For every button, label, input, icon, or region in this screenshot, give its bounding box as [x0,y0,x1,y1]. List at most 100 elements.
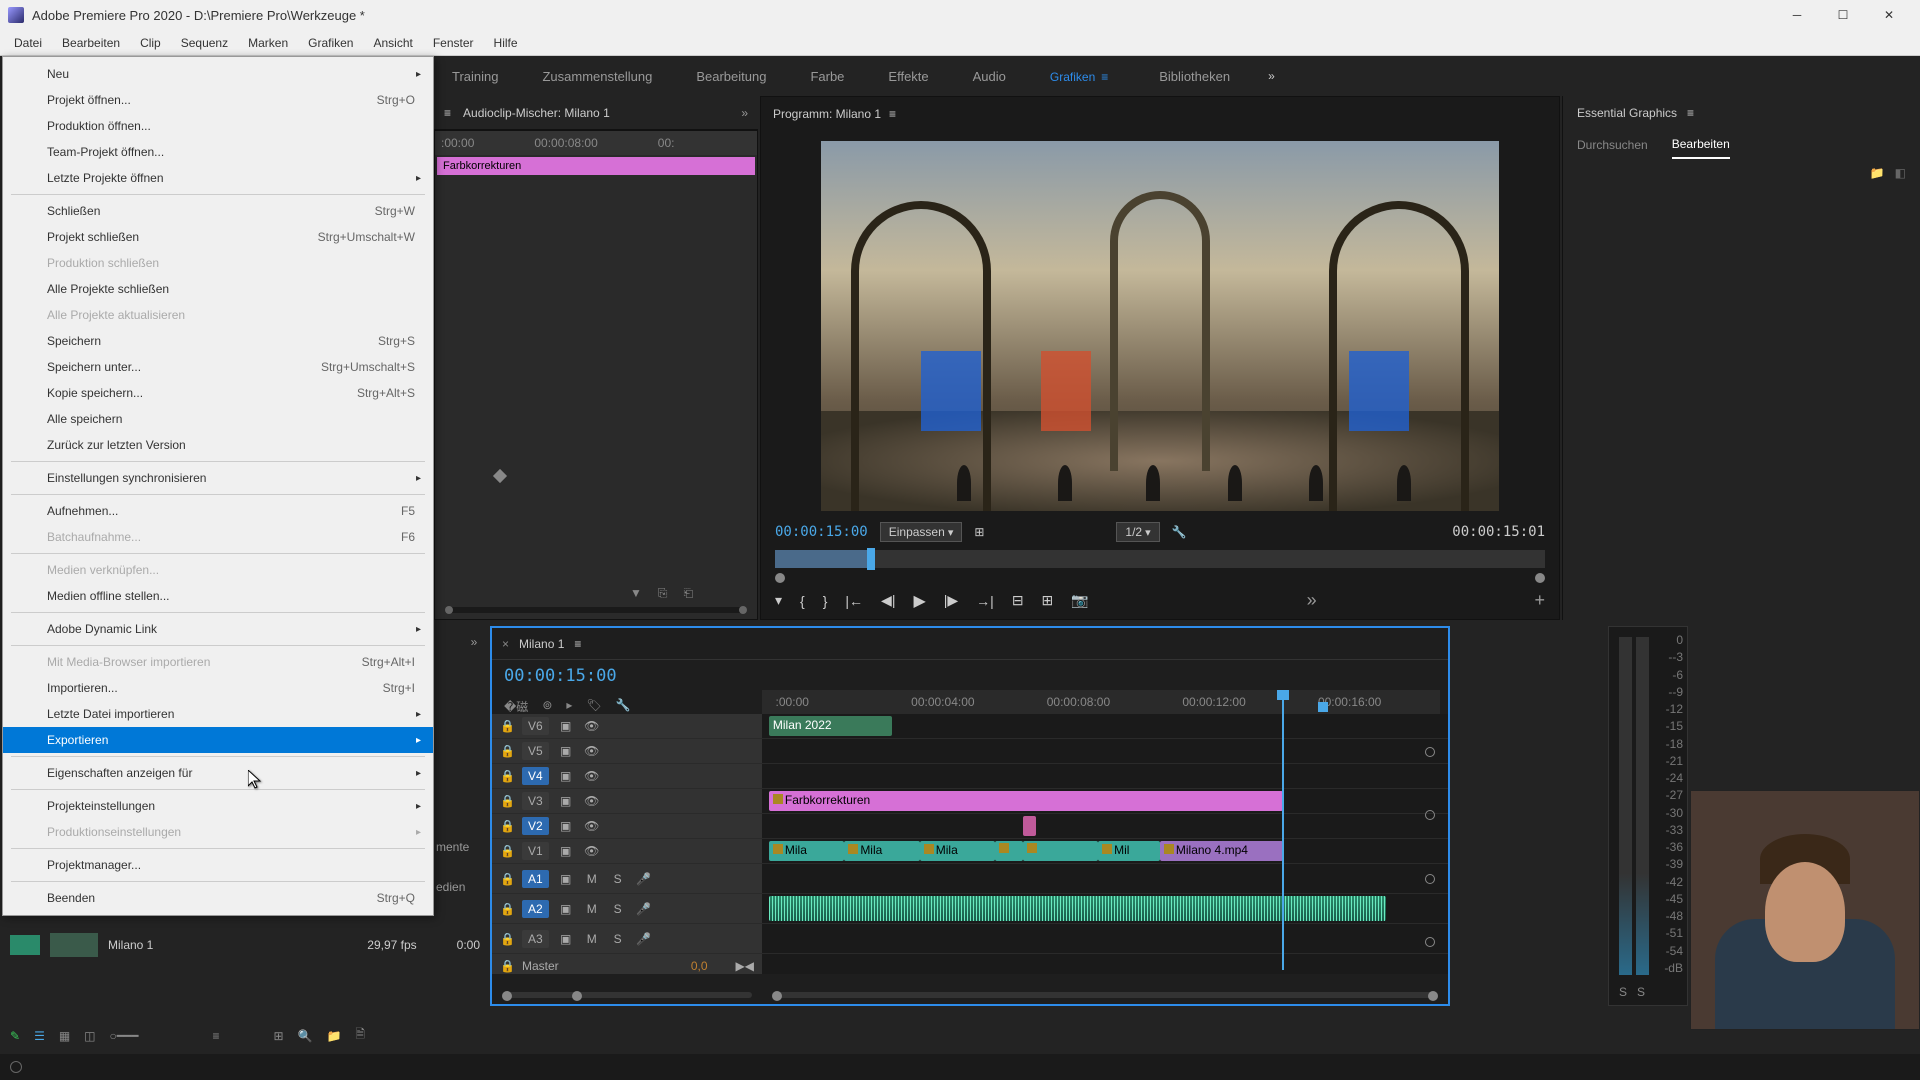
ws-audio[interactable]: Audio [951,59,1028,94]
menu-item[interactable]: Alle Projekte schließen [3,276,433,302]
lift-icon[interactable]: ⊟ [1012,592,1024,609]
lock-icon[interactable]: 🔒 [500,872,514,886]
clip-v1-6[interactable]: Mil [1098,841,1160,861]
eye-icon[interactable]: 👁 [583,769,601,783]
menu-datei[interactable]: Datei [4,32,52,54]
mute-button[interactable]: M [583,932,601,946]
clip-small[interactable] [1023,816,1037,836]
track-header-v1[interactable]: 🔒V1▣👁 [492,839,762,863]
lock-icon[interactable]: 🔒 [500,932,514,946]
minimize-button[interactable]: ─ [1774,0,1820,30]
menu-item[interactable]: Medien offline stellen... [3,583,433,609]
solo-button[interactable]: S [609,872,627,886]
project-item-row[interactable]: Milano 1 29,97 fps 0:00 [10,930,480,960]
timeline-ruler[interactable]: :00:00 00:00:04:00 00:00:08:00 00:00:12:… [762,690,1440,714]
timeline-collapse-button[interactable]: » [460,626,488,658]
ws-farbe[interactable]: Farbe [788,59,866,94]
menu-marken[interactable]: Marken [238,32,298,54]
lock-icon[interactable]: 🔒 [500,794,514,808]
toggle-output-icon[interactable]: ▣ [557,744,575,758]
add-button-icon[interactable]: + [1534,590,1545,611]
effect-clip[interactable]: Farbkorrekturen [437,157,755,175]
eg-tab-bearbeiten[interactable]: Bearbeiten [1672,131,1730,159]
clip-audio[interactable] [769,896,1386,921]
fit-dropdown[interactable]: Einpassen ▾ [880,522,963,542]
workspace-menu-icon[interactable]: ≡ [1101,70,1115,84]
goto-in-icon[interactable]: |← [845,593,863,609]
goto-out-icon[interactable]: →| [976,593,994,609]
track-header-master[interactable]: 🔒Master0,0▶◀ [492,954,762,974]
lock-icon[interactable]: 🔒 [500,769,514,783]
freeform-view-icon[interactable]: ◫ [84,1029,95,1043]
timeline-timecode[interactable]: 00:00:15:00 [492,660,762,692]
ws-bearbeitung[interactable]: Bearbeitung [674,59,788,94]
menu-item[interactable]: Produktion öffnen... [3,113,433,139]
toggle-output-icon[interactable]: ▣ [557,932,575,946]
voice-icon[interactable]: 🎤 [635,872,653,886]
eg-tab-durchsuchen[interactable]: Durchsuchen [1577,132,1648,158]
toggle-output-icon[interactable]: ▣ [557,719,575,733]
close-sequence-icon[interactable]: × [502,637,509,651]
menu-fenster[interactable]: Fenster [423,32,484,54]
lock-icon[interactable]: 🔒 [500,744,514,758]
solo-left[interactable]: S [1619,985,1627,999]
keyframe-node-icon[interactable] [1425,747,1435,757]
close-button[interactable]: ✕ [1866,0,1912,30]
program-timecode-left[interactable]: 00:00:15:00 [775,524,868,540]
menu-item[interactable]: BeendenStrg+Q [3,885,433,911]
menu-item[interactable]: Exportieren [3,727,433,753]
settings-icon[interactable]: 🔧 [1172,525,1187,539]
lock-icon[interactable]: 🔒 [500,844,514,858]
keyframe-node-icon[interactable] [1425,810,1435,820]
find-icon[interactable]: 🔍 [298,1029,313,1043]
play-button[interactable]: ▶ [913,591,925,611]
mute-button[interactable]: M [583,902,601,916]
menu-item[interactable]: Aufnehmen...F5 [3,498,433,524]
menu-item[interactable]: Team-Projekt öffnen... [3,139,433,165]
scale-dropdown[interactable]: 1/2 ▾ [1116,522,1159,542]
keyframe-node-icon[interactable] [1425,937,1435,947]
menu-item[interactable]: Alle speichern [3,406,433,432]
new-item-icon[interactable]: 🗎 [355,1025,365,1046]
folder-icon[interactable]: 📁 [1870,166,1885,180]
menu-item[interactable]: Zurück zur letzten Version [3,432,433,458]
automate-icon[interactable]: ⊞ [273,1029,283,1043]
effects-scrollbar[interactable] [445,607,747,613]
toggle-output-icon[interactable]: ▣ [557,819,575,833]
ws-zusammenstellung[interactable]: Zusammenstellung [520,59,674,94]
clip-v1-4[interactable] [995,841,1022,861]
scroll-thumb[interactable] [445,606,453,614]
mute-button[interactable]: M [583,872,601,886]
voice-icon[interactable]: 🎤 [635,932,653,946]
clip-title[interactable]: Milan 2022 [769,716,892,736]
safemargin-icon[interactable]: ⊞ [974,525,984,539]
marker-icon[interactable]: ▾ [775,592,782,609]
menu-item[interactable]: Projekteinstellungen [3,793,433,819]
collapse-icon[interactable]: ▶◀ [736,959,754,973]
program-zoom-slider[interactable] [775,574,1545,582]
track-header-v2[interactable]: 🔒V2▣👁 [492,814,762,838]
clip-v1-1[interactable]: Mila [769,841,844,861]
overwrite-icon[interactable]: ⎗ [684,586,694,601]
out-point-icon[interactable]: } [823,593,828,609]
eye-icon[interactable]: 👁 [583,794,601,808]
menu-hilfe[interactable]: Hilfe [484,32,528,54]
clip-v1-7[interactable]: Milano 4.mp4 [1160,841,1283,861]
pencil-icon[interactable]: ✎ [10,1029,20,1043]
eye-icon[interactable]: 👁 [583,719,601,733]
menu-bearbeiten[interactable]: Bearbeiten [52,32,130,54]
menu-item[interactable]: SpeichernStrg+S [3,328,433,354]
track-header-v6[interactable]: 🔒V6▣👁 [492,714,762,738]
zoom-slider-icon[interactable]: ○━━━ [110,1029,139,1043]
sort-icon[interactable]: ≡ [212,1029,219,1043]
snap-icon[interactable]: �磁 [504,698,528,715]
menu-item[interactable]: Projekt schließenStrg+Umschalt+W [3,224,433,250]
new-bin-icon[interactable]: 📁 [326,1029,341,1043]
lock-icon[interactable]: 🔒 [500,959,514,973]
track-header-a2[interactable]: 🔒A2▣MS🎤 [492,894,762,923]
solo-button[interactable]: S [609,932,627,946]
maximize-button[interactable]: ☐ [1820,0,1866,30]
menu-item[interactable]: Projektmanager... [3,852,433,878]
eye-icon[interactable]: 👁 [583,819,601,833]
menu-item[interactable]: Importieren...Strg+I [3,675,433,701]
